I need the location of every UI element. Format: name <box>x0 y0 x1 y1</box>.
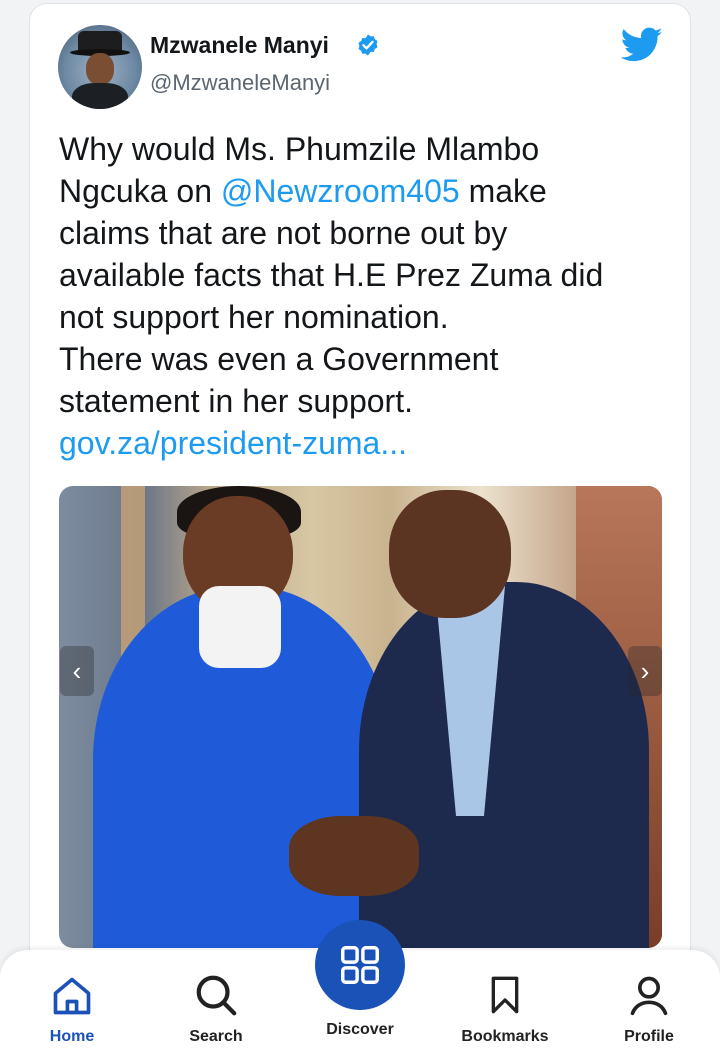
tweet-line: statement in her support. <box>59 383 413 419</box>
twitter-bird-icon[interactable] <box>621 27 663 63</box>
article-link[interactable]: gov.za/president-zuma... <box>59 422 671 464</box>
nav-search-label: Search <box>189 1028 243 1045</box>
profile-icon <box>630 976 668 1016</box>
tweet-line: claims that are not borne out by <box>59 215 508 251</box>
nav-search[interactable]: Search <box>161 968 271 1046</box>
tweet-line: There was even a Government <box>59 341 499 377</box>
grid-icon <box>341 946 379 984</box>
tweet-photo[interactable] <box>59 486 662 948</box>
tweet-line: available facts that H.E Prez Zuma did <box>59 257 604 293</box>
author-handle[interactable]: @MzwaneleManyi <box>150 70 330 96</box>
tweet-line: not support her nomination. <box>59 299 449 335</box>
nav-bookmarks[interactable]: Bookmarks <box>450 968 560 1046</box>
nav-profile[interactable]: Profile <box>594 968 704 1046</box>
tweet-text-fragment: make <box>459 173 547 209</box>
nav-discover[interactable] <box>315 920 405 1010</box>
verified-badge-icon <box>358 34 378 56</box>
nav-home[interactable]: Home <box>17 968 127 1046</box>
author-name[interactable]: Mzwanele Manyi <box>150 32 329 59</box>
tweet-text-fragment: Ngcuka on <box>59 173 221 209</box>
tweet-line: Ngcuka on @Newzroom405 make <box>59 170 671 212</box>
nav-profile-label: Profile <box>624 1028 674 1045</box>
nav-bookmarks-label: Bookmarks <box>461 1028 549 1045</box>
mention-link[interactable]: @Newzroom405 <box>221 173 460 209</box>
tweet-line: Why would Ms. Phumzile Mlambo <box>59 131 540 167</box>
nav-home-label: Home <box>49 1028 95 1045</box>
search-icon <box>196 975 237 1016</box>
tweet-text: Why would Ms. Phumzile Mlambo Ngcuka on … <box>59 128 671 464</box>
nav-discover-label: Discover <box>326 1021 394 1038</box>
home-icon <box>53 977 91 1015</box>
bookmark-icon <box>491 976 519 1014</box>
chevron-right-icon[interactable]: › <box>628 646 662 696</box>
chevron-left-icon[interactable]: ‹ <box>60 646 94 696</box>
author-avatar[interactable] <box>58 25 142 109</box>
